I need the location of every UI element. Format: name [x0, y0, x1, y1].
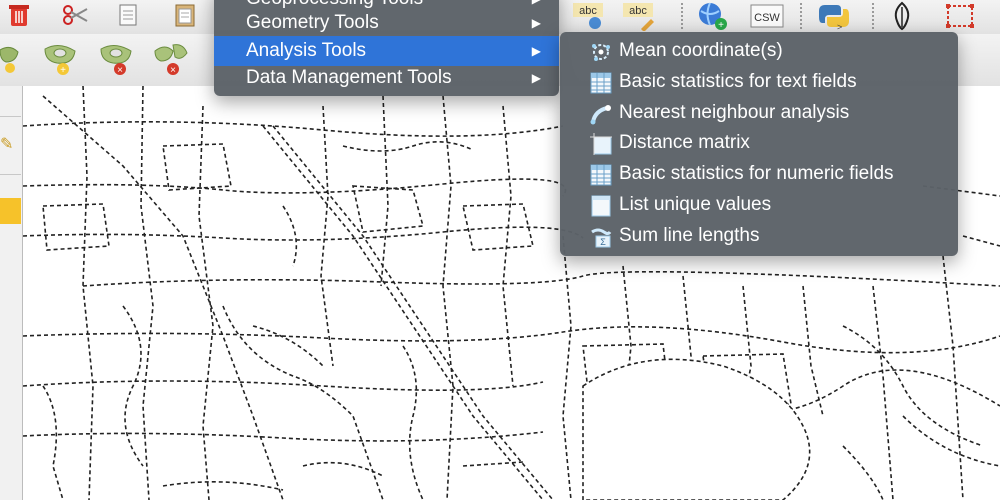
delete-icon[interactable] — [2, 0, 36, 30]
paste-features-icon[interactable] — [170, 0, 200, 30]
statistics-table-icon — [590, 164, 612, 186]
nearest-neighbour-icon — [590, 103, 612, 125]
georeferencer-icon[interactable] — [884, 0, 920, 32]
submenu-arrow-icon: ▶ — [531, 71, 541, 85]
python-console-icon[interactable]: > — [814, 0, 854, 32]
list-unique-icon — [590, 195, 612, 217]
svg-text:+: + — [60, 65, 66, 76]
toolbar-separator — [872, 3, 876, 29]
delete-ring-icon[interactable]: × — [96, 38, 138, 78]
add-ring-icon[interactable]: + — [40, 38, 82, 78]
distance-matrix-icon — [590, 133, 612, 155]
submenu-arrow-icon: ▶ — [531, 16, 541, 30]
menu-item-data-management-tools[interactable]: Data Management Tools ▶ — [214, 63, 559, 93]
vector-menu: Geoprocessing Tools ▶ Geometry Tools ▶ A… — [214, 0, 559, 96]
submenu-item-distance-matrix[interactable]: Distance matrix — [560, 128, 958, 158]
submenu-arrow-icon: ▶ — [531, 44, 541, 58]
svg-text:Σ: Σ — [600, 237, 606, 247]
submenu-arrow-icon: ▶ — [532, 0, 541, 6]
select-rectangle-icon[interactable] — [940, 0, 980, 32]
delete-part-icon[interactable]: × — [150, 38, 192, 78]
submenu-item-mean-coordinates[interactable]: Mean coordinate(s) — [560, 36, 958, 66]
submenu-item-sum-line-lengths[interactable]: Σ Sum line lengths — [560, 221, 958, 251]
copy-features-icon[interactable] — [114, 0, 144, 30]
label-edit-icon[interactable]: abc — [620, 0, 656, 32]
metasearch-icon[interactable]: + — [692, 0, 732, 32]
svg-text:CSW: CSW — [754, 12, 780, 24]
statistics-table-icon — [590, 72, 612, 94]
label-tool-icon[interactable]: abc — [570, 0, 606, 32]
menu-item-geometry-tools[interactable]: Geometry Tools ▶ — [214, 8, 559, 38]
add-feature-icon[interactable] — [0, 38, 22, 78]
svg-text:×: × — [170, 65, 176, 76]
mean-coordinates-icon — [590, 41, 612, 63]
cut-icon[interactable] — [56, 0, 94, 30]
toolbar-separator — [681, 3, 685, 29]
menu-item-analysis-tools[interactable]: Analysis Tools ▶ — [214, 36, 559, 66]
svg-text:×: × — [117, 65, 123, 76]
svg-text:>: > — [837, 22, 842, 31]
analysis-tools-submenu: Mean coordinate(s) Basic statistics for … — [560, 32, 958, 256]
sum-lines-icon: Σ — [590, 226, 612, 248]
submenu-item-basic-statistics-numeric[interactable]: Basic statistics for numeric fields — [560, 159, 958, 189]
panel-divider — [0, 116, 21, 117]
svg-text:abc: abc — [629, 5, 647, 17]
svg-text:abc: abc — [579, 5, 597, 17]
toolbar-separator — [800, 3, 804, 29]
panel-divider — [0, 174, 21, 175]
csw-icon[interactable]: CSW — [748, 0, 786, 32]
submenu-item-list-unique-values[interactable]: List unique values — [560, 190, 958, 220]
pencil-icon[interactable]: ✎ — [0, 134, 13, 154]
svg-text:+: + — [718, 20, 724, 31]
selected-layer-row[interactable] — [0, 198, 21, 224]
layers-panel-edge: ✎ — [0, 86, 23, 500]
submenu-item-nearest-neighbour[interactable]: Nearest neighbour analysis — [560, 98, 958, 128]
submenu-item-basic-statistics-text[interactable]: Basic statistics for text fields — [560, 67, 958, 97]
